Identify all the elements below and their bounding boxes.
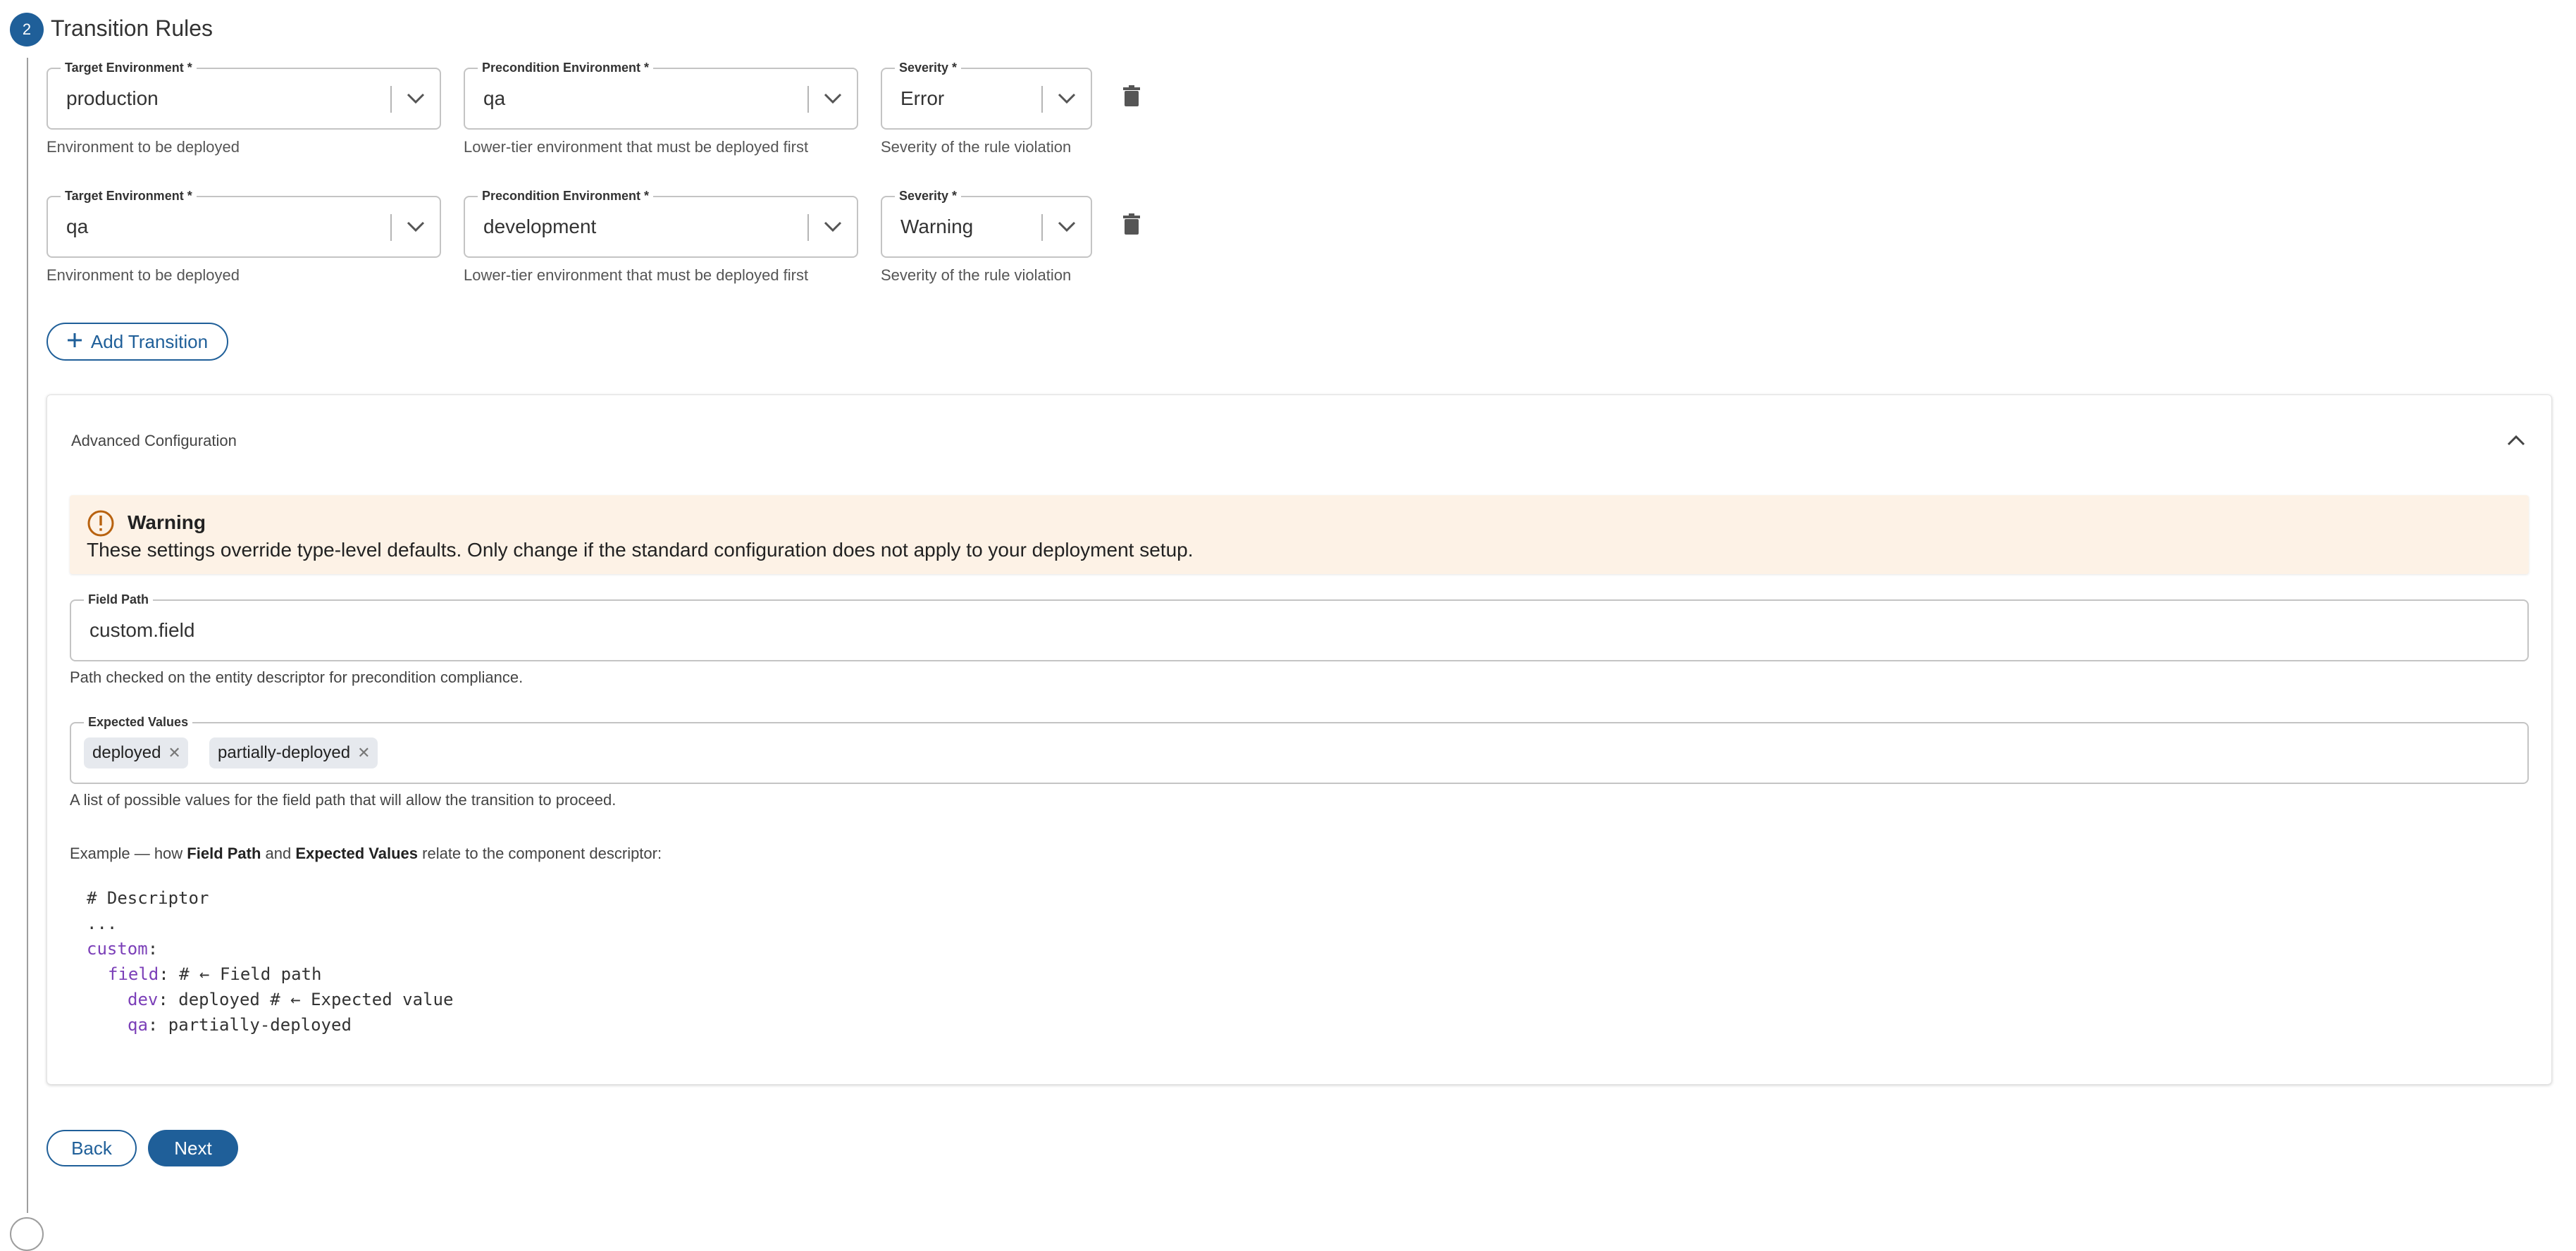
precondition-environment-helper: Lower-tier environment that must be depl… (464, 266, 809, 284)
field-path-helper: Path checked on the entity descriptor fo… (70, 668, 524, 686)
select-separator (807, 214, 809, 241)
step-number-badge: 2 (10, 13, 44, 46)
code-line: dev: deployed # ← Expected value (128, 990, 454, 1009)
delete-rule-trash-icon[interactable] (1117, 208, 1146, 239)
chevron-down-icon[interactable] (400, 211, 431, 242)
severity-select[interactable]: Severity * Warning (881, 187, 1092, 258)
code-line: # Descriptor (87, 888, 209, 908)
select-separator (1041, 86, 1043, 113)
severity-select[interactable]: Severity * Error (881, 59, 1092, 130)
plus-icon (67, 331, 82, 353)
warning-text: These settings override type-level defau… (87, 539, 1194, 561)
select-separator (390, 214, 392, 241)
chevron-down-icon[interactable] (1051, 211, 1082, 242)
chevron-down-icon[interactable] (817, 211, 848, 242)
code-line: custom: (87, 939, 159, 959)
precondition-environment-select[interactable]: Precondition Environment * development (464, 187, 858, 258)
chip-label: partially-deployed (218, 743, 351, 762)
chevron-down-icon[interactable] (817, 83, 848, 114)
target-environment-select[interactable]: Target Environment * qa (47, 187, 441, 258)
code-line: qa: partially-deployed (128, 1015, 352, 1035)
chevron-up-icon[interactable] (2502, 426, 2530, 454)
step-title: Transition Rules (51, 15, 213, 41)
severity-helper: Severity of the rule violation (881, 266, 1072, 284)
remove-chip-icon[interactable]: ✕ (168, 745, 180, 761)
warning-title: Warning (128, 511, 206, 533)
severity-helper: Severity of the rule violation (881, 138, 1072, 156)
severity-value: Error (900, 87, 945, 109)
expected-value-chip: partially-deployed ✕ (209, 737, 378, 768)
add-transition-button[interactable]: Add Transition (47, 323, 228, 361)
expected-values-helper: A list of possible values for the field … (70, 791, 617, 809)
expected-values-label: Expected Values (84, 714, 193, 730)
expected-value-chip: deployed ✕ (84, 737, 188, 768)
remove-chip-icon[interactable]: ✕ (357, 745, 370, 761)
next-button[interactable]: Next (148, 1130, 238, 1166)
next-label: Next (174, 1137, 212, 1159)
target-environment-value: qa (66, 216, 89, 237)
select-separator (807, 86, 809, 113)
code-line: ... (87, 914, 118, 933)
field-path-input[interactable]: Field Path custom.field (70, 591, 2529, 661)
back-button[interactable]: Back (47, 1130, 137, 1166)
target-environment-helper: Environment to be deployed (47, 266, 240, 284)
target-environment-value: production (66, 87, 159, 109)
advanced-configuration-title[interactable]: Advanced Configuration (71, 430, 237, 452)
stepper-connector-line (27, 58, 28, 1213)
target-environment-helper: Environment to be deployed (47, 138, 240, 156)
example-description: Example — how Field Path and Expected Va… (70, 845, 662, 862)
chevron-down-icon[interactable] (400, 83, 431, 114)
precondition-environment-value: development (483, 216, 597, 237)
select-separator (1041, 214, 1043, 241)
code-line: field: # ← Field path (108, 964, 322, 984)
warning-circle-icon (87, 509, 115, 537)
expected-values-input[interactable]: Expected Values deployed ✕ partially-dep… (70, 714, 2529, 784)
target-environment-select[interactable]: Target Environment * production (47, 59, 441, 130)
chevron-down-icon[interactable] (1051, 83, 1082, 114)
severity-value: Warning (900, 216, 974, 237)
select-separator (390, 86, 392, 113)
add-transition-label: Add Transition (90, 330, 209, 352)
precondition-environment-select[interactable]: Precondition Environment * qa (464, 59, 858, 130)
precondition-environment-value: qa (483, 87, 506, 109)
warning-alert: Warning These settings override type-lev… (70, 495, 2529, 574)
chip-label: deployed (92, 743, 161, 762)
back-label: Back (71, 1137, 112, 1159)
next-step-badge (10, 1217, 44, 1251)
descriptor-code-block: # Descriptor... custom: field: # ← Field p… (87, 885, 453, 1038)
precondition-environment-helper: Lower-tier environment that must be depl… (464, 138, 809, 156)
field-path-value: custom.field (89, 619, 195, 641)
delete-rule-trash-icon[interactable] (1117, 80, 1146, 111)
advanced-configuration-panel: Advanced Configuration Warning These set… (47, 394, 2552, 1085)
